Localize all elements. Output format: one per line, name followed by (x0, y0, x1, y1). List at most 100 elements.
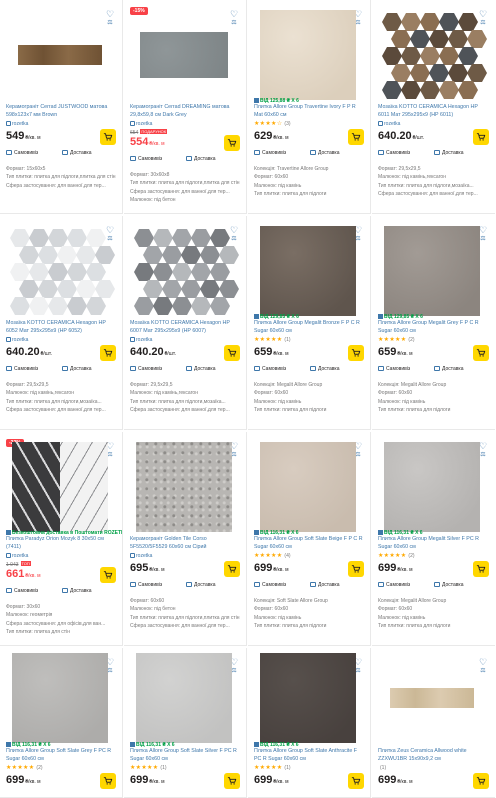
rating-stars[interactable]: ★★★★★ (1) (254, 337, 291, 343)
wishlist-heart-icon[interactable]: ♡ (479, 226, 487, 235)
rating-stars[interactable]: ★★★★☆ (3) (254, 121, 291, 127)
add-to-cart-button[interactable] (473, 561, 489, 577)
product-image[interactable] (136, 653, 232, 743)
add-to-cart-button[interactable] (224, 561, 240, 577)
product-title-link[interactable]: Плитка Zeus Ceramica Allwood white ZZXWU… (378, 748, 489, 763)
add-to-cart-button[interactable] (348, 345, 364, 361)
product-image[interactable] (384, 442, 480, 532)
product-title-link[interactable]: Плитка Allore Group Megalit Silver F PC … (378, 536, 489, 551)
wishlist-heart-icon[interactable]: ♡ (479, 658, 487, 667)
product-title-link[interactable]: Керамограніт Cerrad JUSTWOOD матова 598x… (6, 104, 116, 119)
rating-stars[interactable]: (1) (378, 765, 386, 771)
compare-icon[interactable]: ⚖ (479, 668, 487, 674)
product-title-link[interactable]: Керамограніт Golden Tile Corso 5F5520/5F… (130, 536, 240, 551)
product-image[interactable] (134, 226, 239, 316)
product-image[interactable] (12, 10, 108, 100)
product-card[interactable]: ♡ ⚖ Керамограніт Golden Tile Corso 5F5520/… (124, 432, 247, 646)
add-to-cart-button[interactable] (473, 773, 489, 789)
product-title-link[interactable]: Плитка Allore Group Travertine Ivory F P… (254, 104, 364, 119)
compare-icon[interactable]: ⚖ (479, 20, 487, 26)
rating-stars[interactable]: ★★★★★ (1) (130, 765, 167, 771)
product-card[interactable]: ♡ ⚖ ВІД 116,31 ₴ Х 6 Плитка Allore Group So… (248, 648, 371, 798)
pickup-option: Самовивіз (130, 366, 162, 372)
add-to-cart-button[interactable] (100, 345, 116, 361)
product-card[interactable]: ♡ ⚖ ВІД 125,88 ₴ Х 6 Плитка Allore Group Tr… (248, 0, 371, 214)
rating-stars-value: ★★★★★ (6, 765, 35, 771)
pickup-option: Самовивіз (130, 156, 162, 162)
review-count[interactable]: (2) (408, 337, 414, 343)
product-card[interactable]: ♡ ⚖ ВІД 116,31 ₴ Х 6 Плитка Allore Group So… (248, 432, 371, 646)
review-count[interactable]: (1) (284, 765, 290, 771)
product-card[interactable]: ♡ ⚖ Плитка Zeus Ceramica Allwood white ZZX… (372, 648, 495, 798)
product-image[interactable] (260, 653, 356, 743)
product-title-link[interactable]: Плитка Allore Group Megalit Grey F P C R… (378, 320, 489, 335)
product-card[interactable]: -22%♡⚖Безкоштовна доставка в Поштомати R… (0, 432, 123, 646)
product-image[interactable] (260, 226, 356, 316)
add-to-cart-button[interactable] (224, 135, 240, 151)
product-image[interactable] (260, 442, 356, 532)
product-title-link[interactable]: Плитка Allore Group Soft Slate Beige F P… (254, 536, 364, 551)
product-card[interactable]: ♡ ⚖ ВІД 116,31 ₴ Х 6 Плитка Allore Group Me… (372, 432, 495, 646)
rating-stars[interactable]: ★★★★★ (2) (378, 553, 415, 559)
review-count[interactable]: (3) (284, 121, 290, 127)
compare-icon[interactable]: ⚖ (479, 452, 487, 458)
add-to-cart-button[interactable] (473, 129, 489, 145)
review-count[interactable]: (2) (36, 765, 42, 771)
add-to-cart-button[interactable] (224, 773, 240, 789)
pickup-icon (378, 150, 384, 155)
product-image[interactable] (10, 226, 115, 316)
product-image[interactable] (12, 442, 108, 532)
pickup-icon (6, 150, 12, 155)
product-title-link[interactable]: Плитка Allore Group Soft Slate Anthracit… (254, 748, 364, 763)
product-image[interactable] (384, 226, 480, 316)
product-title-link[interactable]: Плитка Allore Group Megalit Bronze F P C… (254, 320, 364, 335)
product-title-link[interactable]: Мозаїка KOTTO CERAMICA Hexagon HP 6052 М… (6, 320, 116, 335)
add-to-cart-button[interactable] (348, 561, 364, 577)
spec-line: Колекція: Megalit Allore Group (378, 598, 447, 604)
rating-stars[interactable]: ★★★★★ (2) (6, 765, 43, 771)
add-to-cart-button[interactable] (348, 773, 364, 789)
review-count[interactable]: (4) (284, 553, 290, 559)
wishlist-heart-icon[interactable]: ♡ (479, 442, 487, 451)
add-to-cart-button[interactable] (100, 773, 116, 789)
product-title-link[interactable]: Плитка Allore Group Soft Slate Silver F … (130, 748, 240, 763)
add-to-cart-button[interactable] (224, 345, 240, 361)
product-image[interactable] (384, 653, 480, 743)
product-specs: Формат: 29,5x29,5 Малюнок: під камінь,гек… (130, 381, 242, 415)
rating-stars[interactable]: ★★★★★ (4) (254, 553, 291, 559)
product-title-link[interactable]: Плитка Allore Group Soft Slate Grey F PC… (6, 748, 116, 763)
wishlist-heart-icon[interactable]: ♡ (479, 10, 487, 19)
product-image[interactable] (382, 10, 487, 100)
spec-line: Формат: 29,5x29,5 (6, 382, 49, 388)
delivery-option: Доставка (186, 582, 215, 588)
rating-stars[interactable]: ★★★★★ (1) (254, 765, 291, 771)
product-image[interactable] (12, 653, 108, 743)
product-title-link[interactable]: Плитка Paradyz Orion Mozyk 8 30x50 см (7… (6, 536, 116, 551)
add-to-cart-button[interactable] (100, 129, 116, 145)
product-card[interactable]: ♡ ⚖ Мозаїка KOTTO CERAMICA Hexagon HP 6007… (124, 216, 247, 430)
product-image[interactable] (136, 442, 232, 532)
product-card[interactable]: -15% ♡ ⚖ Керамограніт Cerrad DREAMING матов… (124, 0, 247, 214)
product-title-link[interactable]: Мозаїка KOTTO CERAMICA Hexagon HP 6007 М… (130, 320, 240, 335)
review-count[interactable]: (2) (408, 553, 414, 559)
product-title-link[interactable]: Керамограніт Cerrad DREAMING матова 29,8… (130, 104, 240, 119)
product-title-link[interactable]: Мозаїка KOTTO CERAMICA Hexagon HP 6011 М… (378, 104, 489, 119)
add-to-cart-button[interactable] (473, 345, 489, 361)
spec-line: Формат: 60x60 (378, 606, 413, 613)
rating-stars[interactable]: ★★★★★ (2) (378, 337, 415, 343)
add-to-cart-button[interactable] (100, 567, 116, 583)
review-count[interactable]: (1) (160, 765, 166, 771)
add-to-cart-button[interactable] (348, 129, 364, 145)
product-card[interactable]: ♡ ⚖ ВІД 129,85 ₴ Х 6 Плитка Allore Group Me… (248, 216, 371, 430)
product-card[interactable]: ♡ ⚖ Мозаїка KOTTO CERAMICA Hexagon HP 6011… (372, 0, 495, 214)
product-card[interactable]: ♡ ⚖ Керамограніт Cerrad JUSTWOOD матова 59… (0, 0, 123, 214)
product-card[interactable]: ♡ ⚖ ВІД 116,31 ₴ Х 6 Плитка Allore Group So… (124, 648, 247, 798)
review-count[interactable]: (1) (380, 765, 386, 771)
product-image[interactable] (260, 10, 356, 100)
product-image[interactable] (136, 10, 232, 100)
product-card[interactable]: ♡ ⚖ Мозаїка KOTTO CERAMICA Hexagon HP 6052… (0, 216, 123, 430)
product-card[interactable]: ♡ ⚖ ВІД 129,85 ₴ Х 6 Плитка Allore Group Me… (372, 216, 495, 430)
product-card[interactable]: ♡ ⚖ ВІД 116,31 ₴ Х 6 Плитка Allore Group So… (0, 648, 123, 798)
compare-icon[interactable]: ⚖ (479, 236, 487, 242)
review-count[interactable]: (1) (284, 337, 290, 343)
